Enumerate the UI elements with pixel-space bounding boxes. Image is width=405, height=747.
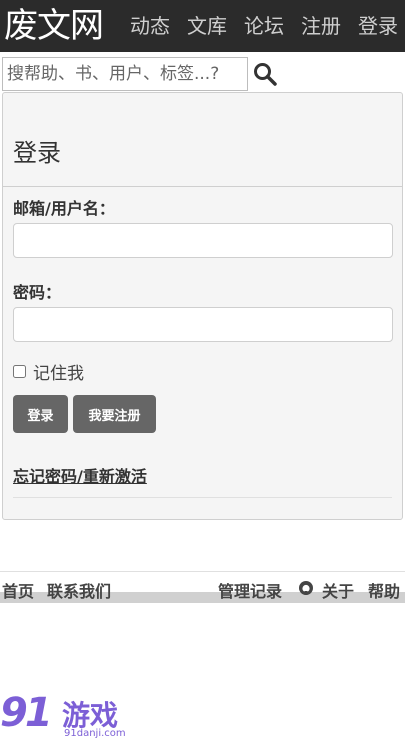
watermark-url: 91danji.com: [64, 728, 126, 739]
github-icon[interactable]: [298, 580, 314, 596]
login-title: 登录: [13, 139, 61, 167]
nav-item-login[interactable]: 登录: [358, 0, 398, 52]
search-input[interactable]: [2, 57, 248, 91]
password-field[interactable]: [13, 307, 393, 342]
email-label: 邮箱/用户名：: [13, 199, 115, 218]
footer-divider: [0, 571, 405, 572]
search-icon[interactable]: [252, 61, 278, 87]
footer-about-link[interactable]: 关于: [322, 578, 354, 602]
nav-item-forum[interactable]: 论坛: [244, 0, 284, 52]
register-button[interactable]: 我要注册: [73, 395, 156, 433]
main-nav: 动态 文库 论坛 注册 登录: [130, 0, 405, 52]
footer-help-link[interactable]: 帮助: [368, 578, 400, 602]
footer-contact-link[interactable]: 联系我们: [47, 578, 111, 602]
remember-me-checkbox[interactable]: [13, 365, 26, 378]
login-button[interactable]: 登录: [13, 395, 68, 433]
forgot-password-link[interactable]: 忘记密码/重新激活: [13, 463, 147, 487]
search-bar: [2, 57, 402, 91]
nav-item-library[interactable]: 文库: [187, 0, 227, 52]
footer-home-link[interactable]: 首页: [2, 578, 34, 602]
email-field[interactable]: [13, 223, 393, 258]
password-label: 密码：: [13, 283, 62, 302]
footer: 首页 联系我们 管理记录 关于 帮助: [0, 576, 405, 604]
nav-item-activity[interactable]: 动态: [130, 0, 170, 52]
footer-admin-log-link[interactable]: 管理记录: [218, 578, 282, 602]
site-logo[interactable]: 废文网: [4, 4, 104, 48]
top-navbar: 废文网 动态 文库 论坛 注册 登录: [0, 0, 405, 52]
login-panel: 登录 邮箱/用户名： 密码： 记住我 登录 我要注册 忘记密码/重新激活: [2, 92, 403, 520]
watermark-logo: 91 游戏 91danji.com: [0, 690, 150, 745]
divider: [13, 497, 392, 498]
remember-me: 记住我: [13, 359, 84, 384]
divider: [3, 186, 402, 187]
remember-me-label[interactable]: 记住我: [33, 359, 84, 384]
watermark-number: 91: [0, 690, 53, 736]
nav-item-register[interactable]: 注册: [301, 0, 341, 52]
